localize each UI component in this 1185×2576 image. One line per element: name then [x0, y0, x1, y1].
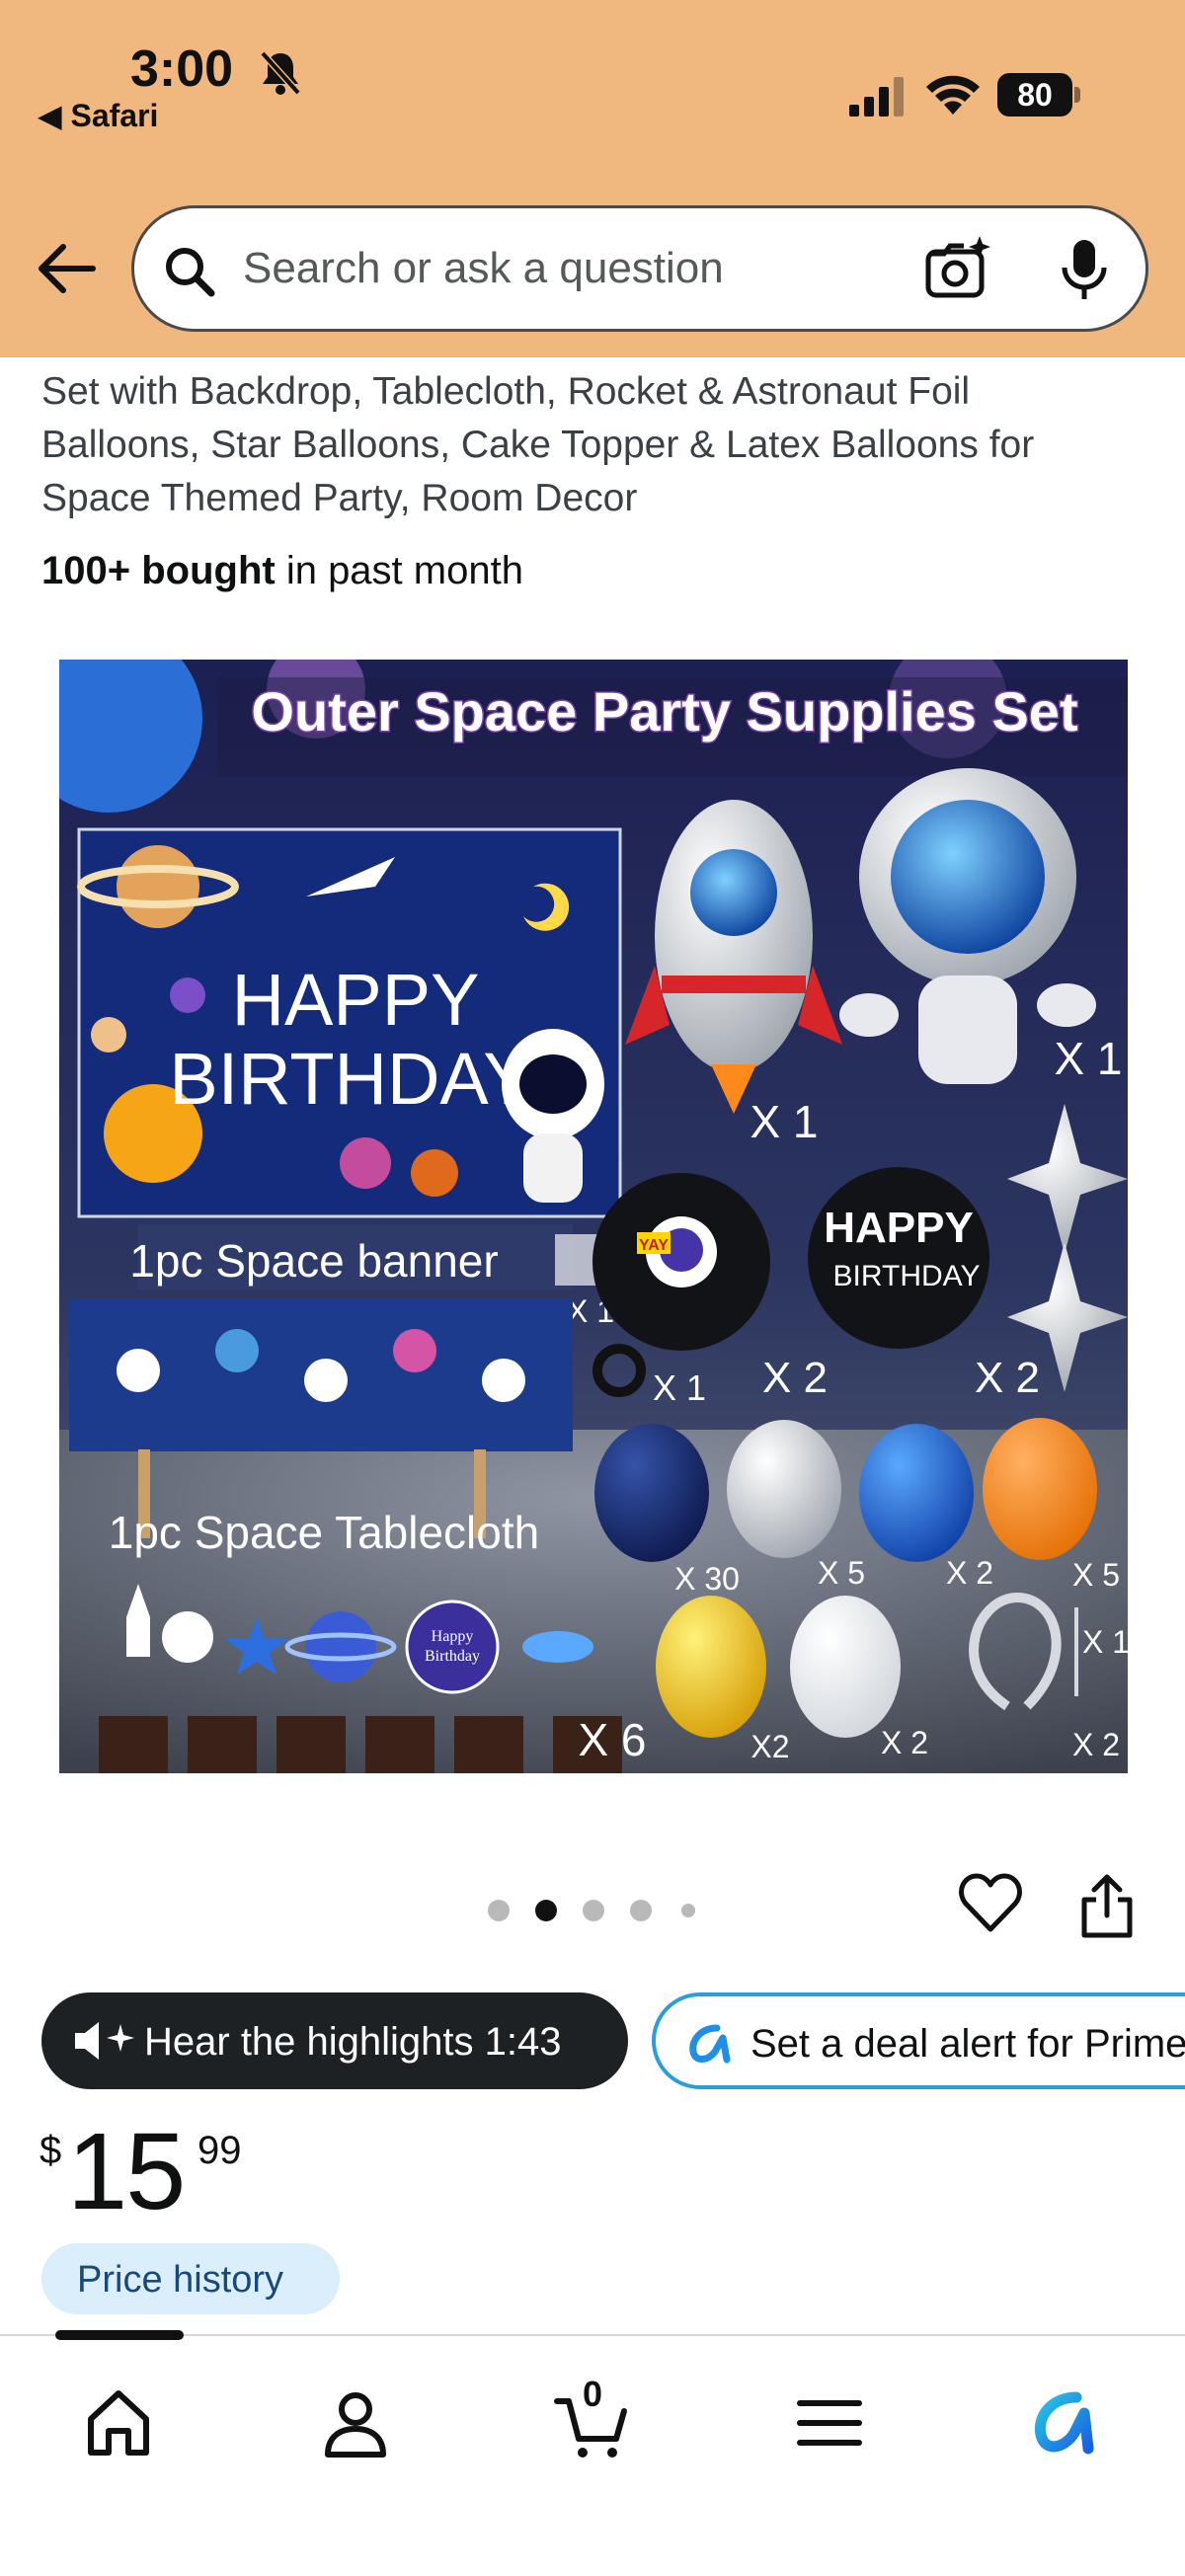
rufus-icon [689, 2024, 731, 2064]
app-header: 3:00 ◀ Safari 80 [0, 0, 1185, 357]
cellular-signal-icon [849, 77, 904, 117]
svg-text:X 1: X 1 [653, 1367, 706, 1408]
svg-text:X 2: X 2 [975, 1354, 1040, 1402]
search-icon [166, 248, 215, 297]
camera-search-icon[interactable] [924, 236, 991, 301]
bell-slash-icon [260, 50, 301, 96]
status-time: 3:00 [130, 40, 234, 98]
product-image[interactable]: Outer Space Party Supplies Set HAPPY BIR… [59, 660, 1128, 1773]
carousel-dot[interactable] [583, 1900, 604, 1921]
product-title: Set with Backdrop, Tablecloth, Rocket & … [41, 365, 1147, 525]
svg-text:X 6: X 6 [578, 1714, 646, 1765]
battery-indicator: 80 [997, 73, 1080, 117]
svg-text:Birthday: Birthday [425, 1648, 480, 1665]
svg-text:X 2: X 2 [762, 1354, 828, 1402]
product-title-line: Balloons, Star Balloons, Cake Topper & L… [41, 424, 1035, 466]
bottom-tab-bar: 0 [0, 2330, 1185, 2576]
back-arrow-icon[interactable] [34, 241, 97, 296]
svg-text:X 5: X 5 [818, 1555, 865, 1591]
svg-text:YAY: YAY [639, 1237, 669, 1254]
price-symbol: $ [40, 2129, 62, 2172]
carousel-dot[interactable] [681, 1904, 695, 1917]
carousel-dot-active[interactable] [535, 1900, 557, 1921]
carousel-dots[interactable] [484, 1894, 711, 1923]
speaker-sparkle-icon [75, 2022, 134, 2060]
hear-highlights-button[interactable]: Hear the highlights 1:43 [41, 1992, 628, 2089]
svg-text:BIRTHDAY: BIRTHDAY [833, 1260, 981, 1292]
menu-icon[interactable] [790, 2383, 869, 2462]
search-input[interactable] [243, 208, 974, 329]
share-icon[interactable] [1078, 1874, 1136, 1939]
cart-tab[interactable]: 0 [553, 2374, 632, 2462]
rufus-tab-icon[interactable] [1027, 2383, 1106, 2462]
deal-alert-button[interactable]: Set a deal alert for Prime [652, 1992, 1185, 2089]
image-birthday-text: BIRTHDAY [169, 1038, 531, 1120]
status-bar: 3:00 ◀ Safari 80 [0, 0, 1185, 158]
price-whole: 15 [67, 2111, 186, 2232]
product-image-artwork: Outer Space Party Supplies Set HAPPY BIR… [59, 660, 1128, 1773]
svg-text:X 2: X 2 [881, 1725, 928, 1760]
svg-text:X 5: X 5 [1072, 1557, 1120, 1593]
svg-text:Happy: Happy [432, 1628, 474, 1645]
svg-text:HAPPY: HAPPY [824, 1204, 974, 1252]
image-banner-label: 1pc Space banner [129, 1235, 498, 1287]
search-bar[interactable] [131, 205, 1148, 332]
carousel-dot[interactable] [630, 1900, 652, 1921]
microphone-icon[interactable] [1057, 236, 1112, 303]
price-history-label: Price history [77, 2259, 284, 2301]
svg-text:X 2: X 2 [1072, 1727, 1120, 1762]
image-banner-title: Outer Space Party Supplies Set [251, 680, 1077, 742]
active-tab-indicator [55, 2330, 184, 2340]
home-icon[interactable] [79, 2383, 158, 2462]
bought-count: 100+ bought in past month [41, 549, 523, 592]
account-icon[interactable] [316, 2383, 395, 2462]
hear-highlights-label: Hear the highlights 1:43 [144, 2020, 562, 2064]
svg-text:X2: X2 [750, 1729, 789, 1764]
image-happy-text: HAPPY [232, 959, 480, 1041]
svg-text:X 2: X 2 [946, 1555, 993, 1591]
wifi-icon [926, 75, 980, 115]
product-title-line: Set with Backdrop, Tablecloth, Rocket & … [41, 370, 971, 413]
carousel-dot[interactable] [488, 1900, 510, 1921]
deal-alert-label: Set a deal alert for Prime [750, 2022, 1185, 2066]
svg-text:X 30: X 30 [674, 1561, 740, 1597]
price-history-button[interactable]: Price history [41, 2243, 340, 2314]
svg-text:X 1: X 1 [750, 1096, 818, 1147]
svg-text:X 1: X 1 [1082, 1624, 1128, 1660]
back-to-safari-link[interactable]: ◀ Safari [38, 97, 158, 134]
price-fraction: 99 [198, 2129, 242, 2172]
heart-icon[interactable] [958, 1872, 1023, 1935]
svg-text:X 1: X 1 [1054, 1033, 1122, 1084]
image-tablecloth-label: 1pc Space Tablecloth [109, 1507, 539, 1558]
cart-count: 0 [583, 2374, 603, 2414]
product-title-line: Space Themed Party, Room Decor [41, 477, 638, 519]
